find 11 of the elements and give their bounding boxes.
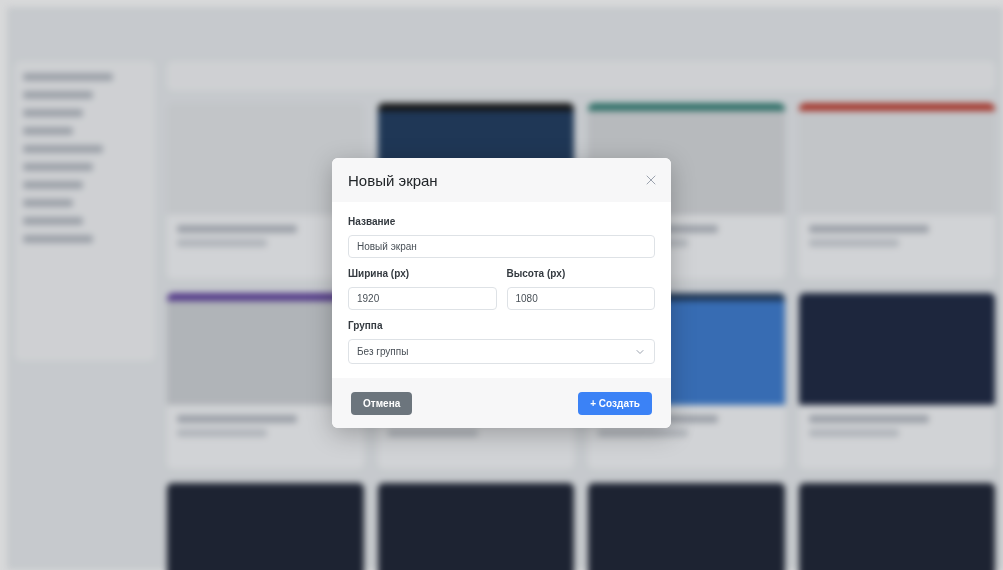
group-select[interactable]: Без группы <box>348 339 655 364</box>
field-label: Название <box>348 216 397 227</box>
field-label: Группа <box>348 320 384 331</box>
field-label: Высота (px) <box>506 268 567 279</box>
input-field[interactable]: Новый экран <box>348 235 655 258</box>
field-label: Ширина (px) <box>348 268 411 279</box>
input-field[interactable]: 1920 <box>348 287 497 310</box>
cancel-button[interactable]: Отмена <box>351 391 413 415</box>
input-field[interactable]: 1080 <box>506 287 655 310</box>
dialog-title: Новый экран <box>348 171 438 189</box>
create-button[interactable]: + Создать <box>578 391 652 415</box>
